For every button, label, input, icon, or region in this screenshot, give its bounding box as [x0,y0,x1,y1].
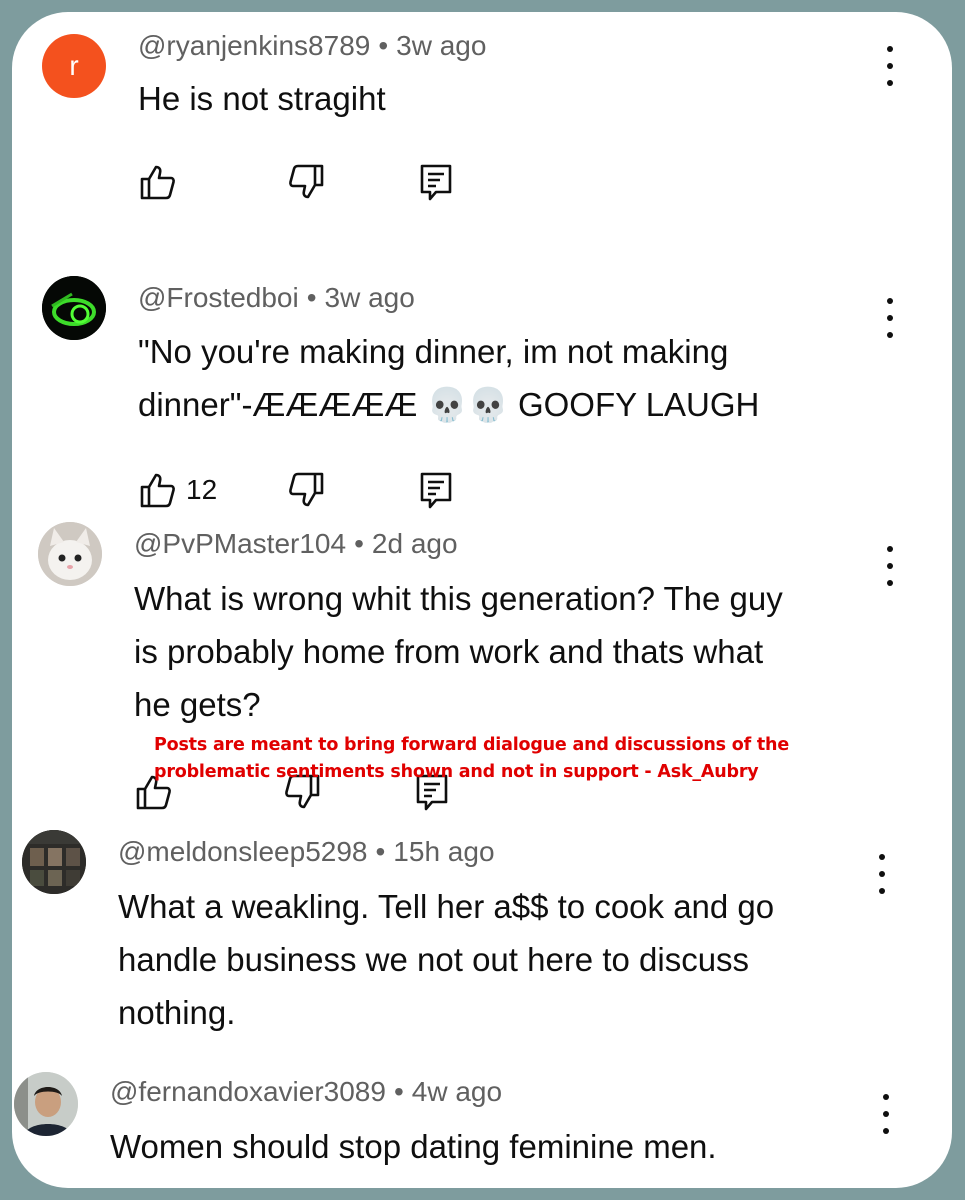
comment-text: "No you're making dinner, im not making … [138,333,760,423]
comment-time: 2d ago [371,528,458,559]
meta-separator: • [306,282,317,313]
comment-time: 4w ago [411,1076,503,1107]
avatar[interactable] [42,276,106,340]
comment-actions [138,162,538,202]
meta-separator: • [378,30,389,61]
avatar-image [42,276,106,340]
comment-meta: @PvPMaster104 • 2d ago [134,528,458,560]
meta-separator: • [393,1076,404,1107]
comment-time: 3w ago [324,282,415,313]
reply-icon [420,164,452,201]
like-button[interactable]: 12 [138,470,217,510]
more-vert-icon[interactable] [880,46,900,86]
comment-text: What is wrong whit this generation? The … [134,580,783,723]
avatar-image [38,522,102,586]
dislike-button[interactable] [286,470,326,510]
comments-card: r @ryanjenkins8789 • 3w ago He is not stra… [12,12,952,1188]
comment-meta: @fernandoxavier3089 • 4w ago [110,1076,502,1108]
comment-meta: @meldonsleep5298 • 15h ago [118,836,495,868]
comment-actions: 12 [138,470,538,510]
more-vert-icon[interactable] [880,298,900,338]
disclaimer-notice: Posts are meant to bring forward dialogu… [154,735,789,782]
like-icon [140,165,175,200]
like-button[interactable] [138,162,178,202]
dislike-icon [289,164,324,199]
comment-username[interactable]: @meldonsleep5298 [118,836,367,867]
reply-button[interactable] [416,162,456,202]
dislike-icon [289,472,324,507]
comment-meta: @ryanjenkins8789 • 3w ago [138,30,486,62]
dislike-button[interactable] [286,162,326,202]
comment-meta: @Frostedboi • 3w ago [138,282,415,314]
like-icon [140,473,175,508]
comment-text: He is not stragiht [138,80,386,117]
more-vert-icon[interactable] [880,546,900,586]
like-count: 12 [186,474,218,505]
comment-username[interactable]: @fernandoxavier3089 [110,1076,386,1107]
reply-button[interactable] [416,470,456,510]
avatar-image [22,830,86,894]
meta-separator: • [354,528,364,559]
comment-username[interactable]: @ryanjenkins8789 [138,30,370,61]
comment-time: 3w ago [396,30,487,61]
more-vert-icon[interactable] [872,854,892,894]
avatar[interactable]: r [42,34,106,98]
comment-text: What a weakling. Tell her a$$ to cook an… [118,888,775,1031]
avatar[interactable] [14,1072,78,1136]
avatar[interactable] [38,522,102,586]
avatar-image [14,1072,78,1136]
more-vert-icon[interactable] [876,1094,896,1134]
avatar[interactable] [22,830,86,894]
comment-username[interactable]: @PvPMaster104 [134,528,346,559]
reply-icon [420,472,452,509]
comment-username[interactable]: @Frostedboi [138,282,299,313]
comment-text: Women should stop dating feminine men. [110,1128,717,1165]
comment-time: 15h ago [393,836,495,867]
meta-separator: • [375,836,386,867]
